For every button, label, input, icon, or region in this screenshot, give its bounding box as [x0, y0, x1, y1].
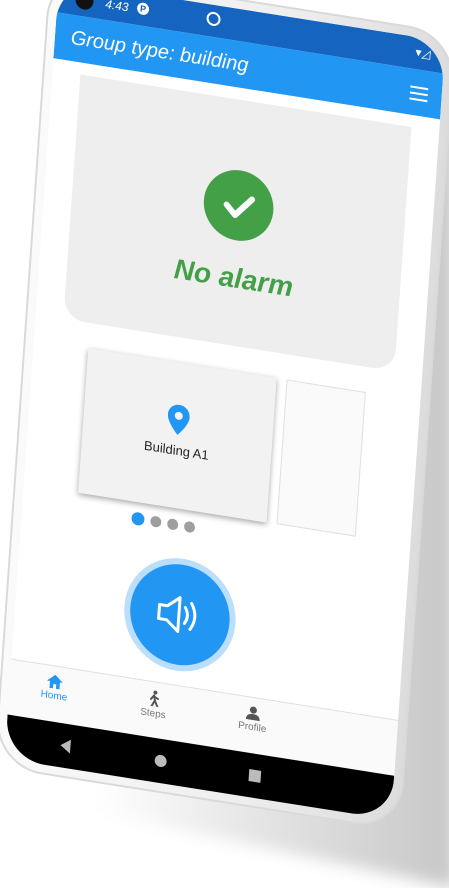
pagination-dot[interactable]: [166, 517, 179, 531]
building-carousel[interactable]: Building A1: [78, 348, 386, 545]
pagination-dot[interactable]: [150, 515, 162, 529]
app-notification-icon: P: [136, 1, 150, 16]
stage: 4:43 P ▾◿ Group type: building No alarm: [0, 0, 449, 838]
nav-home[interactable]: Home: [19, 669, 90, 707]
speaker-volume-icon: [157, 596, 197, 634]
next-building-card[interactable]: [276, 379, 366, 537]
nav-steps[interactable]: Steps: [118, 685, 189, 725]
nav-profile[interactable]: Profile: [217, 701, 288, 739]
nav-home-label: Home: [40, 688, 68, 704]
alarm-status-card: No alarm: [63, 74, 412, 372]
walking-icon: [149, 690, 159, 708]
phone-device: 4:43 P ▾◿ Group type: building No alarm: [0, 0, 449, 832]
person-icon: [245, 706, 260, 722]
status-time: 4:43: [104, 0, 129, 15]
back-icon[interactable]: [60, 738, 71, 754]
hamburger-menu-icon[interactable]: [409, 85, 429, 103]
home-icon: [47, 674, 63, 690]
wifi-signal-icon: ▾◿: [414, 44, 432, 62]
pagination-dot-active[interactable]: [131, 511, 145, 527]
check-circle-icon: [201, 165, 276, 246]
alarm-status-text: No alarm: [173, 252, 295, 303]
system-home-icon[interactable]: [154, 754, 168, 768]
location-pin-icon: [166, 403, 190, 441]
nav-profile-label: Profile: [237, 719, 267, 736]
recent-apps-icon[interactable]: [248, 768, 262, 783]
pagination-dot[interactable]: [183, 520, 196, 534]
notification-dot-icon: [206, 10, 221, 28]
sound-alarm-button[interactable]: [126, 557, 233, 673]
camera-hole: [74, 0, 95, 11]
nav-steps-label: Steps: [139, 706, 166, 722]
phone-screen: 4:43 P ▾◿ Group type: building No alarm: [4, 0, 446, 820]
building-card[interactable]: Building A1: [78, 348, 277, 523]
